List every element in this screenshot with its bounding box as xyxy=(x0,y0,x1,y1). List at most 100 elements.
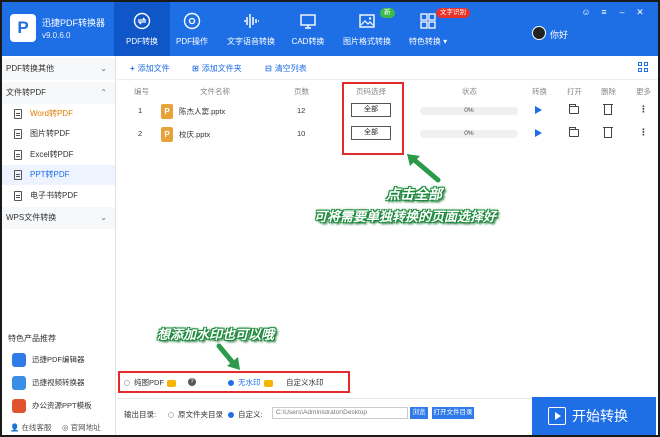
output-option-source[interactable]: 原文件夹目录 xyxy=(168,409,223,420)
browse-button[interactable]: 浏览 xyxy=(410,407,428,419)
tab-cad-convert[interactable]: CAD转换 xyxy=(286,2,330,56)
clear-icon: ⊟ xyxy=(265,64,272,73)
tab-text-voice[interactable]: 文字语音转换 xyxy=(220,2,282,56)
ppt-file-icon: P xyxy=(161,127,173,142)
vip-icon xyxy=(167,379,176,387)
annotation-text: 想添加水印也可以哦 xyxy=(157,328,275,343)
watermark-option-pure-image[interactable]: 纯图PDF xyxy=(124,377,176,388)
progress-bar: 0% xyxy=(420,130,518,138)
app-logo-icon: P xyxy=(10,14,36,42)
column-header-status: 状态 xyxy=(462,87,477,96)
app-version: v9.0.6.0 xyxy=(42,31,71,40)
user-icon: 👤 xyxy=(10,423,20,432)
sidebar-item-image-to-pdf[interactable]: 图片转PDF xyxy=(2,124,115,144)
output-path-input[interactable]: C:\Users\Administrator\Desktop xyxy=(272,407,408,419)
folder-icon[interactable] xyxy=(569,104,579,114)
document-icon xyxy=(14,150,22,160)
folder-icon[interactable] xyxy=(569,127,579,137)
annotation-arrow-icon xyxy=(407,154,441,183)
watermark-option-none[interactable]: 无水印 xyxy=(228,377,273,388)
vip-icon xyxy=(263,379,273,387)
footer-label: 官网地址 xyxy=(70,423,101,432)
trash-icon[interactable] xyxy=(603,104,613,115)
add-file-button[interactable]: + 添加文件 xyxy=(130,63,170,74)
trash-icon[interactable] xyxy=(603,127,613,138)
section-label: 文件转PDF xyxy=(6,88,46,97)
brand: P 迅捷PDF转换器 v9.0.6.0 xyxy=(2,2,114,56)
tab-label: 图片格式转换 xyxy=(343,37,391,46)
sidebar-item-word-to-pdf[interactable]: Word转PDF xyxy=(2,104,115,124)
feature-pdf-editor[interactable]: 迅捷PDF编辑器 xyxy=(8,350,114,370)
clear-list-button[interactable]: ⊟ 清空列表 xyxy=(265,63,307,74)
website-link[interactable]: ◎ 官网地址 xyxy=(62,422,101,433)
annotation-arrow-icon xyxy=(216,343,240,370)
file-name: 校庆.pptx xyxy=(179,130,211,139)
start-convert-button[interactable]: 开始转换 xyxy=(532,397,656,435)
avatar[interactable] xyxy=(532,26,546,40)
column-header-convert: 转换 xyxy=(532,87,547,96)
section-label: PDF转换其他 xyxy=(6,64,54,73)
sidebar: PDF转换其他 ⌄ 文件转PDF ⌃ Word转PDF 图片转PDF Excel… xyxy=(2,56,116,435)
tab-label: 特色转换 ▾ xyxy=(402,36,454,47)
online-service-link[interactable]: 👤 在线客服 xyxy=(10,422,51,433)
more-icon[interactable]: ⋮ xyxy=(639,127,648,137)
sidebar-section-wps[interactable]: WPS文件转换 ⌄ xyxy=(2,207,115,229)
ocr-badge: 文字识别 xyxy=(436,8,470,18)
user-name[interactable]: 你好 xyxy=(550,28,568,41)
radio-icon xyxy=(228,412,234,419)
annotation-text: 可将需要单独转换的页面选择好 xyxy=(314,210,497,225)
folder-add-icon: ⊞ xyxy=(192,64,199,73)
tab-pdf-convert[interactable]: PDF转换 xyxy=(114,2,170,56)
play-icon[interactable] xyxy=(535,129,542,137)
document-icon xyxy=(14,170,22,180)
grid-view-icon[interactable] xyxy=(638,62,649,73)
feature-label: 迅捷视频转换器 xyxy=(32,378,85,387)
plus-icon: + xyxy=(130,64,135,73)
sidebar-item-label: Word转PDF xyxy=(30,109,73,118)
chevron-down-icon: ▾ xyxy=(443,37,448,46)
ppt-template-icon xyxy=(12,399,26,413)
help-button[interactable]: ? xyxy=(188,377,196,387)
video-converter-icon xyxy=(12,376,26,390)
watermark-option-custom[interactable]: 自定义水印 xyxy=(286,377,324,388)
option-label: 自定义: xyxy=(238,410,263,419)
feature-video-converter[interactable]: 迅捷视频转换器 xyxy=(8,373,114,393)
radio-icon xyxy=(228,380,234,387)
ppt-file-icon: P xyxy=(161,104,173,119)
column-header-delete: 删除 xyxy=(601,87,616,96)
sidebar-item-label: Excel转PDF xyxy=(30,150,74,159)
user-menu-icon[interactable]: ☺ xyxy=(580,6,592,18)
pdf-editor-icon xyxy=(12,353,26,367)
convert-icon xyxy=(133,12,151,30)
sidebar-item-ebook-to-pdf[interactable]: 电子书转PDF xyxy=(2,186,115,206)
add-folder-button[interactable]: ⊞ 添加文件夹 xyxy=(192,63,242,74)
play-icon[interactable] xyxy=(535,106,542,114)
more-icon[interactable]: ⋮ xyxy=(639,104,648,114)
document-icon xyxy=(14,191,22,201)
minimize-icon[interactable]: – xyxy=(616,6,628,18)
tab-label: CAD转换 xyxy=(291,37,325,46)
sidebar-section-pdf-to-other[interactable]: PDF转换其他 ⌄ xyxy=(2,58,115,80)
tab-pdf-operate[interactable]: PDF操作 xyxy=(170,2,214,56)
chevron-down-icon: ⌄ xyxy=(100,64,107,73)
sidebar-section-file-to-pdf[interactable]: 文件转PDF ⌃ xyxy=(2,82,115,104)
column-header-name: 文件名称 xyxy=(200,87,230,96)
output-label: 输出目录: xyxy=(124,410,157,419)
toolbar-divider xyxy=(117,79,658,80)
radio-icon xyxy=(124,380,130,387)
new-badge: 新 xyxy=(380,8,395,18)
annotation-text: 点击全部 xyxy=(386,187,442,203)
output-option-custom[interactable]: 自定义: xyxy=(228,409,263,420)
tab-label: PDF操作 xyxy=(176,37,208,46)
star-icon xyxy=(420,13,436,29)
open-folder-button[interactable]: 打开文件目录 xyxy=(432,407,474,419)
column-header-number: 编号 xyxy=(134,87,149,96)
button-label: 添加文件夹 xyxy=(201,64,242,73)
sidebar-item-ppt-to-pdf[interactable]: PPT转PDF xyxy=(2,165,115,185)
feature-ppt-templates[interactable]: 办公资源PPT模板 xyxy=(8,396,114,416)
close-icon[interactable]: ✕ xyxy=(634,6,646,18)
button-label: 添加文件 xyxy=(137,64,170,73)
menu-icon[interactable]: ≡ xyxy=(598,6,610,18)
top-nav-bar: P 迅捷PDF转换器 v9.0.6.0 PDF转换 PDF操作 文字语音转换 C… xyxy=(2,2,658,56)
sidebar-item-excel-to-pdf[interactable]: Excel转PDF xyxy=(2,145,115,165)
